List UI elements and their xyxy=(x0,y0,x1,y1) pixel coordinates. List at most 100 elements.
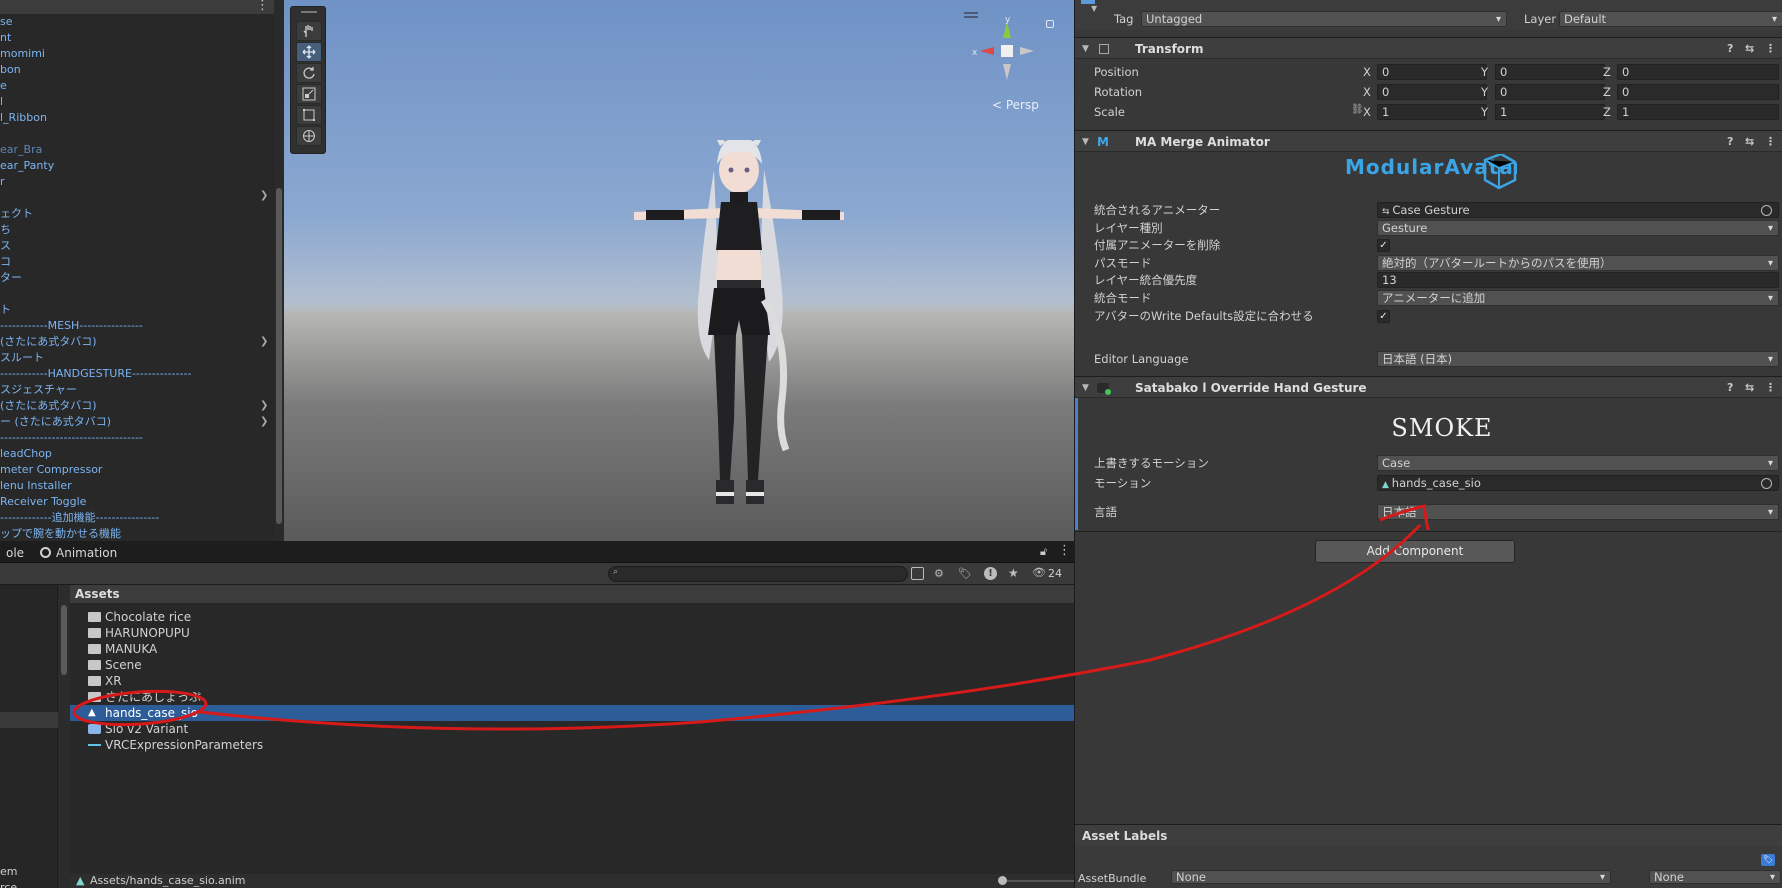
property-input[interactable]: 13 xyxy=(1377,272,1779,289)
transform-y-field[interactable]: 1 xyxy=(1495,104,1605,120)
transform-z-field[interactable]: 1 xyxy=(1617,104,1779,120)
hierarchy-item[interactable]: r xyxy=(0,174,5,189)
layer-dropdown[interactable]: Default xyxy=(1559,11,1782,27)
hierarchy-scrollbar[interactable] xyxy=(274,0,284,541)
lock-icon[interactable]: 🔓︎ xyxy=(1040,545,1047,559)
help-icon[interactable]: ? xyxy=(1727,377,1733,399)
hierarchy-item[interactable]: ップで腕を動かせる機能 xyxy=(0,526,121,541)
hierarchy-item[interactable]: ス xyxy=(0,238,11,253)
transform-z-field[interactable]: 0 xyxy=(1617,84,1779,100)
transform-y-field[interactable]: 0 xyxy=(1495,84,1605,100)
hierarchy-item[interactable]: e xyxy=(0,78,7,93)
expand-arrow-icon[interactable]: ❯ xyxy=(260,336,268,347)
project-search-input[interactable]: ⌕ xyxy=(608,566,908,582)
hand-tool-icon[interactable] xyxy=(296,21,322,41)
merge-animator-header[interactable]: ▼ M MA Merge Animator ? ⇆ ⋮ xyxy=(1075,130,1782,152)
hierarchy-item[interactable]: l xyxy=(0,94,3,109)
scrollbar-thumb[interactable] xyxy=(61,605,67,675)
hidden-eye-icon[interactable]: 👁︎ xyxy=(1032,566,1046,579)
hierarchy-item[interactable]: meter Compressor xyxy=(0,462,102,477)
scale-tool-icon[interactable] xyxy=(296,84,322,104)
property-dropdown[interactable]: 絶対的（アバタールートからのパスを使用） xyxy=(1377,254,1779,271)
move-tool-icon[interactable] xyxy=(296,42,322,62)
help-icon[interactable]: ? xyxy=(1727,38,1733,60)
hierarchy-item[interactable]: ち xyxy=(0,222,11,237)
hierarchy-item[interactable]: コ xyxy=(0,254,11,269)
hierarchy-item[interactable]: スルート xyxy=(0,350,44,365)
tab-animation[interactable]: Animation xyxy=(50,543,123,563)
collapse-arrow-icon[interactable]: ▼ xyxy=(1082,377,1089,399)
asset-item[interactable]: HARUNOPUPU xyxy=(70,625,1074,641)
transform-tool-icon[interactable] xyxy=(296,126,322,146)
search-by-type-icon[interactable] xyxy=(911,567,924,580)
label-tag-icon[interactable]: 🏷︎ xyxy=(958,567,972,580)
tree-selected-row[interactable] xyxy=(0,712,58,728)
favorite-star-icon[interactable]: ★ xyxy=(1008,566,1019,580)
expand-arrow-icon[interactable]: ❯ xyxy=(260,400,268,411)
rotate-tool-icon[interactable] xyxy=(296,63,322,83)
preset-icon[interactable]: ⇆ xyxy=(1745,377,1754,399)
expand-arrow-icon[interactable]: ❯ xyxy=(260,190,268,201)
asset-item[interactable]: ▲ hands_case_sio xyxy=(70,705,1074,721)
tree-item[interactable]: em xyxy=(0,865,17,878)
component-menu-icon[interactable]: ⋮ xyxy=(1765,38,1776,60)
hierarchy-item[interactable]: ear_Panty xyxy=(0,158,54,173)
object-field[interactable]: ▲ hands_case_sio xyxy=(1377,475,1779,491)
asset-item[interactable]: XR xyxy=(70,673,1074,689)
override-hand-gesture-header[interactable]: ▼ Satabako l Override Hand Gesture ? ⇆ ⋮ xyxy=(1075,376,1782,398)
transform-header[interactable]: ▼ Transform ? ⇆ ⋮ xyxy=(1075,37,1782,59)
zoom-slider[interactable] xyxy=(998,876,1007,885)
asset-item[interactable]: Sio v2 Variant xyxy=(70,721,1074,737)
transform-x-field[interactable]: 0 xyxy=(1377,84,1487,100)
perspective-label[interactable]: < Persp xyxy=(992,98,1039,112)
transform-z-field[interactable]: 0 xyxy=(1617,64,1779,80)
property-checkbox[interactable]: ✓ xyxy=(1377,309,1390,323)
hierarchy-item[interactable]: leadChop xyxy=(0,446,52,461)
property-dropdown[interactable]: アニメーターに追加 xyxy=(1377,290,1779,306)
add-component-button[interactable]: Add Component xyxy=(1315,540,1515,563)
hierarchy-item[interactable]: ター xyxy=(0,270,22,285)
hierarchy-item[interactable]: bon xyxy=(0,62,21,77)
editor-language-dropdown[interactable]: 日本語 (日本) xyxy=(1377,351,1779,367)
hierarchy-item[interactable]: Receiver Toggle xyxy=(0,494,86,509)
hierarchy-item[interactable]: (さたにあ式タバコ) xyxy=(0,398,97,413)
language-dropdown[interactable]: 日本語 xyxy=(1377,504,1779,520)
object-field[interactable]: ⇆ Case Gesture xyxy=(1377,202,1779,218)
component-menu-icon[interactable]: ⋮ xyxy=(1765,131,1776,153)
assets-breadcrumb[interactable]: Assets xyxy=(70,585,1074,603)
component-menu-icon[interactable]: ⋮ xyxy=(1765,377,1776,399)
orientation-gizmo[interactable]: y x xyxy=(972,16,1042,86)
scrollbar-thumb[interactable] xyxy=(276,188,282,524)
link-scale-icon[interactable]: ⛓︎ xyxy=(1351,104,1364,115)
hierarchy-item[interactable]: lenu Installer xyxy=(0,478,72,493)
hierarchy-item[interactable]: ------------HANDGESTURE--------------- xyxy=(0,366,192,381)
filter-type-icon[interactable]: ⚙ xyxy=(934,567,947,580)
object-picker-icon[interactable] xyxy=(1761,205,1772,216)
hierarchy-item[interactable]: ear_Bra xyxy=(0,142,42,157)
warning-icon[interactable]: ! xyxy=(984,567,997,580)
avatar-model[interactable] xyxy=(554,140,934,540)
hierarchy-item[interactable]: nt xyxy=(0,30,11,45)
hierarchy-menu-icon[interactable]: ⋮ xyxy=(256,0,269,13)
transform-x-field[interactable]: 1 xyxy=(1377,104,1487,120)
hierarchy-item[interactable]: l_Ribbon xyxy=(0,110,47,125)
tab-console[interactable]: ole xyxy=(0,543,30,563)
hierarchy-item[interactable]: ー (さたにあ式タバコ) xyxy=(0,414,111,429)
hierarchy-item[interactable]: ------------------------------------ xyxy=(0,430,143,445)
hierarchy-item[interactable]: ェクト xyxy=(0,206,33,221)
transform-y-field[interactable]: 0 xyxy=(1495,64,1605,80)
asset-item[interactable]: さたにあしょっぷ xyxy=(70,689,1074,705)
hierarchy-item[interactable]: ------------MESH---------------- xyxy=(0,318,143,333)
tree-item[interactable]: rce xyxy=(0,881,17,888)
tag-dropdown[interactable]: Untagged xyxy=(1141,11,1507,27)
lock-icon[interactable] xyxy=(1046,20,1054,28)
preset-icon[interactable]: ⇆ xyxy=(1745,131,1754,153)
hierarchy-item[interactable]: se xyxy=(0,14,13,29)
assetbundle-variant-dropdown[interactable]: None xyxy=(1649,870,1781,884)
asset-item[interactable]: VRCExpressionParameters xyxy=(70,737,1074,753)
scene-view[interactable]: y x < Persp xyxy=(284,0,1074,541)
expand-arrow-icon[interactable]: ❯ xyxy=(260,416,268,427)
hierarchy-item[interactable]: (さたにあ式タバコ) xyxy=(0,334,97,349)
hierarchy-item[interactable]: スジェスチャー xyxy=(0,382,77,397)
property-dropdown[interactable]: Case xyxy=(1377,455,1779,471)
